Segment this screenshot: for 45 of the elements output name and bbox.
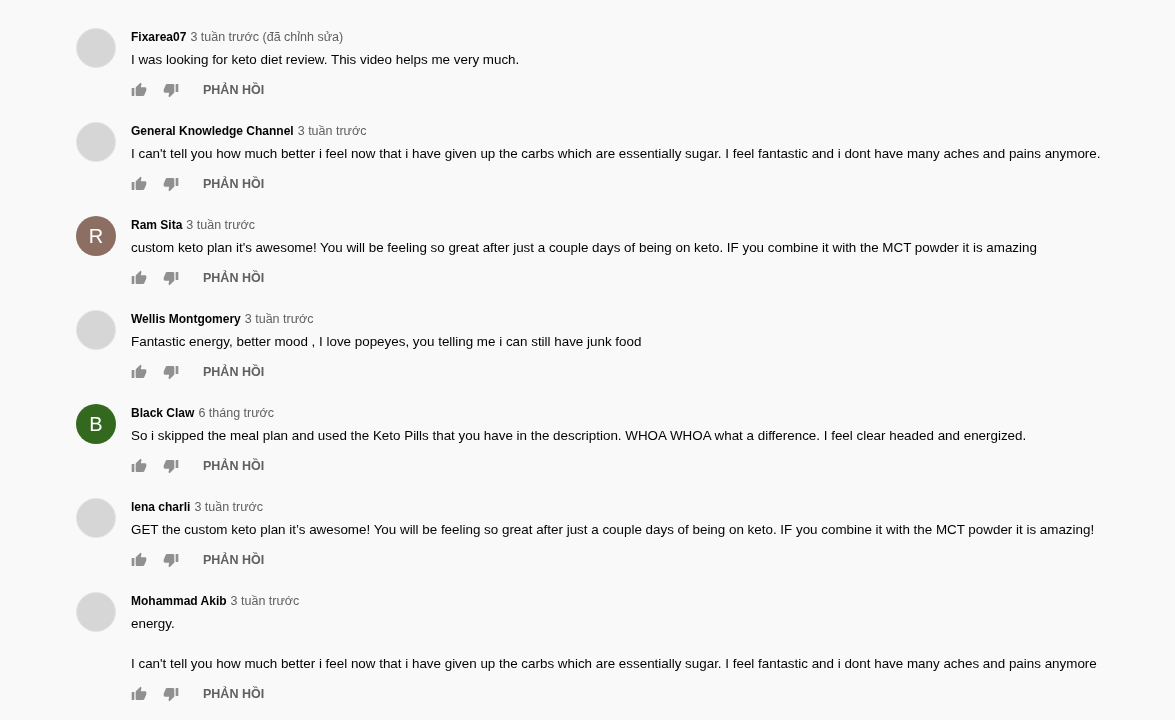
author-name[interactable]: Fixarea07 — [131, 28, 187, 46]
thumbs-up-icon[interactable] — [131, 364, 147, 380]
author-name[interactable]: lena charli — [131, 498, 191, 516]
comment-text: I can't tell you how much better i feel now that i have given up the carbs which are essentially sugar. I feel fantastic and i dont have many aches and pains anymore — [131, 655, 1097, 673]
comment-time[interactable]: 3 tuần trước — [194, 498, 264, 516]
reply-button[interactable]: PHẢN HỒI — [203, 553, 265, 567]
comment-time[interactable]: 3 tuần trước (đã chỉnh sửa) — [190, 28, 344, 46]
thumbs-up-icon[interactable] — [131, 270, 147, 286]
thumbs-up-icon[interactable] — [131, 458, 147, 474]
author-name[interactable]: Mohammad Akib — [131, 592, 227, 610]
thumbs-down-icon[interactable] — [163, 176, 179, 192]
reply-button[interactable]: PHẢN HỒI — [203, 459, 265, 473]
comment-text: I can't tell you how much better i feel now that i have given up the carbs which are essentially sugar. I feel fantastic and i dont have many aches and pains anymore. — [131, 145, 1101, 163]
comment-time[interactable]: 3 tuần trước — [297, 122, 367, 140]
comment-time[interactable]: 3 tuần trước — [230, 592, 300, 610]
thumbs-down-icon[interactable] — [163, 364, 179, 380]
reply-button[interactable]: PHẢN HỒI — [203, 177, 265, 191]
comment-time[interactable]: 3 tuần trước — [244, 310, 314, 328]
reply-button[interactable]: PHẢN HỒI — [203, 687, 265, 701]
thumbs-up-icon[interactable] — [131, 176, 147, 192]
comment-text: energy. — [131, 615, 176, 633]
thumbs-down-icon[interactable] — [163, 82, 179, 98]
comment-text: So i skipped the meal plan and used the Keto Pills that you have in the description. WHOA WHOA what a difference. I feel clear headed and energized. — [131, 427, 1027, 445]
comment-text: custom keto plan it's awesome! You will be feeling so great after just a couple days of being on keto. IF you combine it with the MCT powder it is amazing — [131, 239, 1037, 257]
comment-text: GET the custom keto plan it’s awesome! You will be feeling so great after just a couple days of being on keto. IF you combine it with the MCT powder it is amazing! — [131, 521, 1095, 539]
thumbs-up-icon[interactable] — [131, 82, 147, 98]
avatar[interactable]: R — [76, 216, 116, 256]
comment-time[interactable]: 6 tháng trước — [198, 404, 274, 422]
avatar[interactable]: B — [76, 404, 116, 444]
thumbs-up-icon[interactable] — [131, 552, 147, 568]
author-name[interactable]: Wellis Montgomery — [131, 310, 241, 328]
comment-time[interactable]: 3 tuần trước — [186, 216, 256, 234]
author-name[interactable]: Black Claw — [131, 404, 195, 422]
comment-text: I was looking for keto diet review. This video helps me very much. — [131, 51, 520, 69]
reply-button[interactable]: PHẢN HỒI — [203, 271, 265, 285]
author-name[interactable]: General Knowledge Channel — [131, 122, 294, 140]
reply-button[interactable]: PHẢN HỒI — [203, 83, 265, 97]
thumbs-down-icon[interactable] — [163, 270, 179, 286]
comment-text: Fantastic energy, better mood , I love popeyes, you telling me i can still have junk food — [131, 333, 642, 351]
thumbs-down-icon[interactable] — [163, 458, 179, 474]
thumbs-down-icon[interactable] — [163, 686, 179, 702]
author-name[interactable]: Ram Sita — [131, 216, 183, 234]
reply-button[interactable]: PHẢN HỒI — [203, 365, 265, 379]
thumbs-up-icon[interactable] — [131, 686, 147, 702]
thumbs-down-icon[interactable] — [163, 552, 179, 568]
